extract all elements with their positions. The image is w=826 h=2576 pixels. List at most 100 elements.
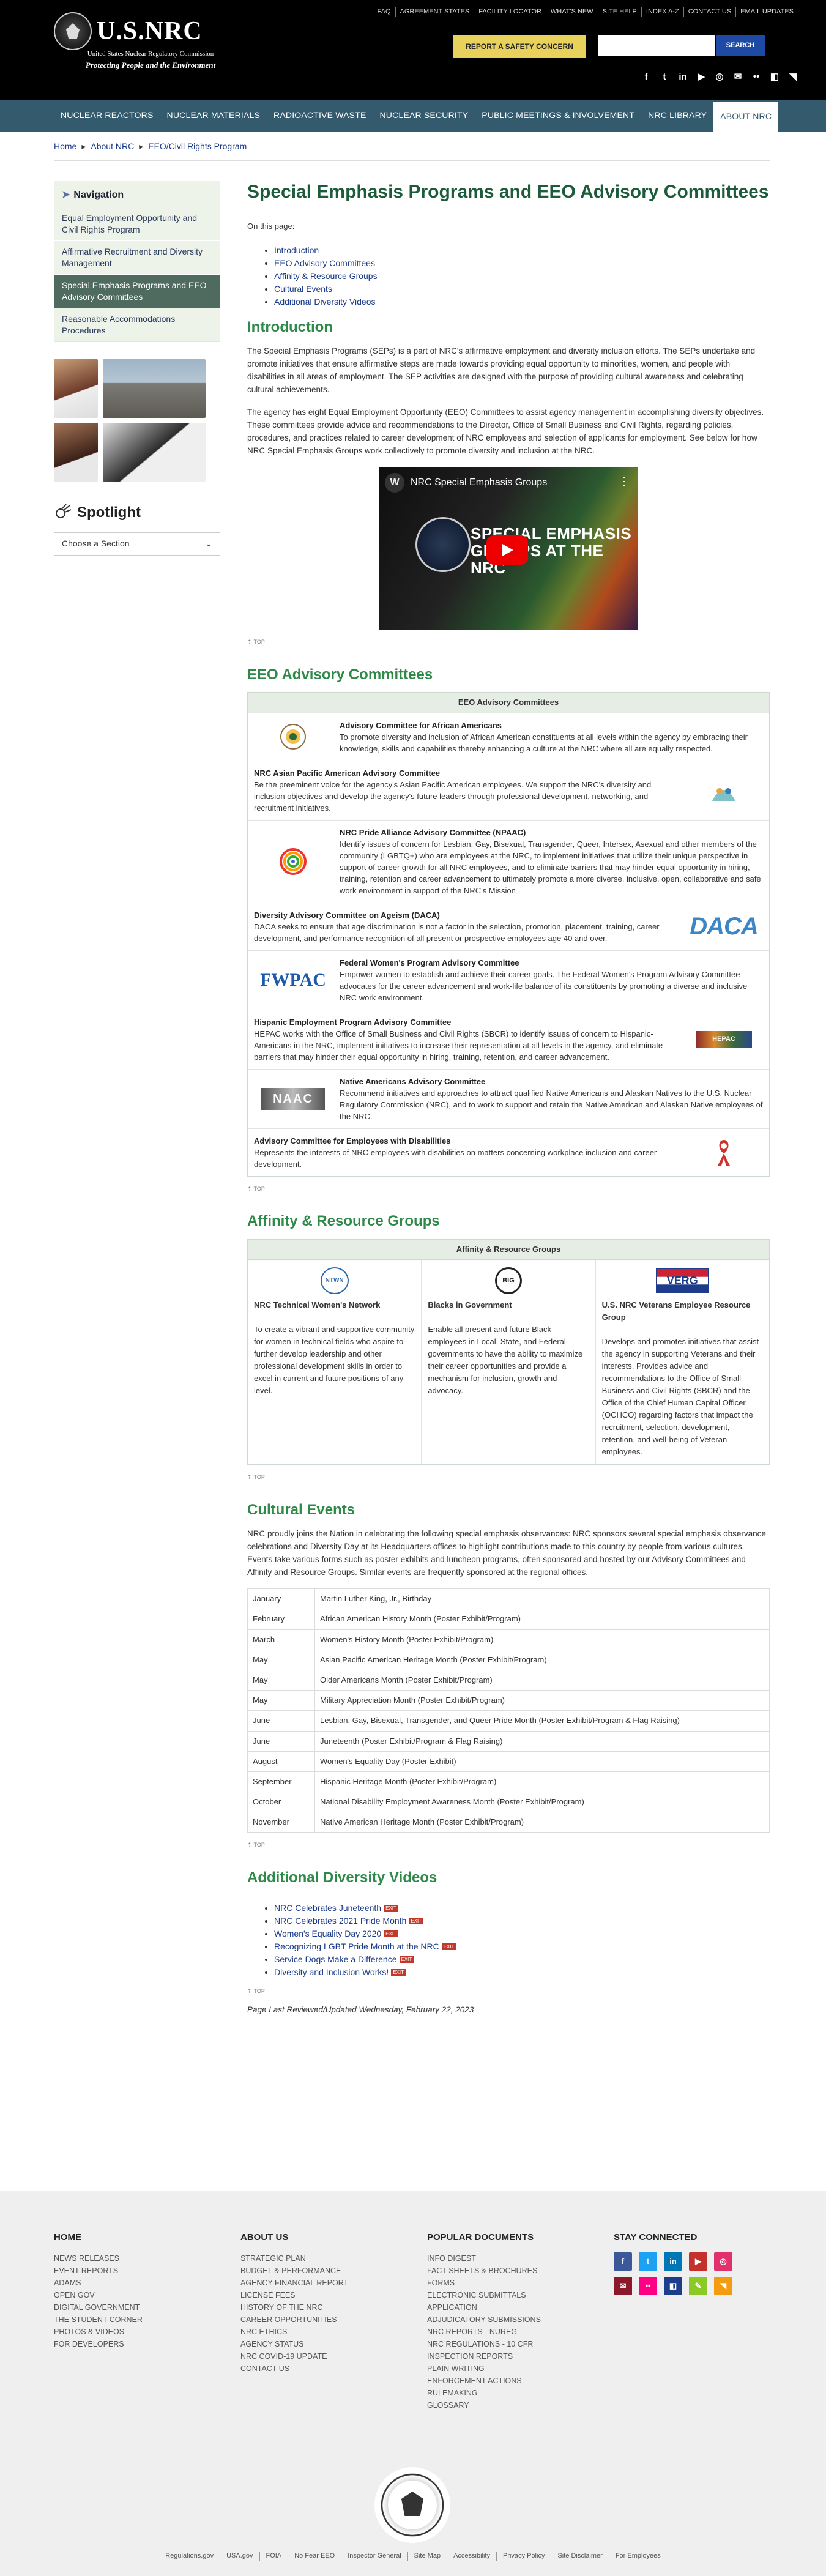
footer-link[interactable]: FORMS: [427, 2277, 614, 2289]
sidebar-item-eeo[interactable]: Equal Employment Opportunity and Civil R…: [54, 207, 220, 240]
nrc-logo[interactable]: U.S.NRC United States Nuclear Regulatory…: [54, 11, 236, 78]
nav-nuclear-reactors[interactable]: NUCLEAR REACTORS: [54, 100, 160, 132]
footer-bottom-link[interactable]: Privacy Policy: [497, 2552, 552, 2561]
facebook-icon[interactable]: f: [614, 2252, 632, 2271]
instagram-icon[interactable]: ◎: [714, 2252, 732, 2271]
footer-bottom-link[interactable]: Inspector General: [341, 2552, 408, 2561]
search-button[interactable]: SEARCH: [716, 35, 765, 56]
video-link[interactable]: Women's Equality Day 2020: [274, 1929, 381, 1938]
breadcrumb-eeo[interactable]: EEO/Civil Rights Program: [148, 141, 247, 153]
utility-link[interactable]: EMAIL UPDATES: [736, 7, 798, 17]
footer-link[interactable]: INSPECTION REPORTS: [427, 2350, 614, 2362]
email-icon[interactable]: ✉: [733, 72, 743, 82]
footer-link[interactable]: EVENT REPORTS: [54, 2265, 240, 2277]
utility-link[interactable]: FACILITY LOCATOR: [474, 7, 546, 17]
footer-link[interactable]: NRC REPORTS - NUREG: [427, 2326, 614, 2338]
nav-public-meetings[interactable]: PUBLIC MEETINGS & INVOLVEMENT: [475, 100, 641, 132]
footer-link[interactable]: NRC COVID-19 UPDATE: [240, 2350, 427, 2362]
footer-link[interactable]: AGENCY FINANCIAL REPORT: [240, 2277, 427, 2289]
footer-link[interactable]: DIGITAL GOVERNMENT: [54, 2301, 240, 2314]
video-link[interactable]: Recognizing LGBT Pride Month at the NRC: [274, 1941, 439, 1951]
toc-link[interactable]: Introduction: [274, 245, 319, 255]
share-icon[interactable]: ◧: [664, 2277, 682, 2295]
back-to-top-link[interactable]: ⇡ TOP: [247, 1841, 770, 1849]
footer-link[interactable]: AGENCY STATUS: [240, 2338, 427, 2350]
play-button[interactable]: [486, 535, 528, 565]
youtube-icon[interactable]: ▶: [689, 2252, 707, 2271]
footer-link[interactable]: PLAIN WRITING: [427, 2362, 614, 2375]
footer-link[interactable]: HISTORY OF THE NRC: [240, 2301, 427, 2314]
instagram-icon[interactable]: ◎: [715, 72, 724, 82]
twitter-icon[interactable]: t: [639, 2252, 657, 2271]
nav-nuclear-security[interactable]: NUCLEAR SECURITY: [373, 100, 475, 132]
blog-icon[interactable]: ✎: [689, 2277, 707, 2295]
share-icon[interactable]: ◧: [770, 72, 779, 82]
more-options-icon[interactable]: ⋮: [619, 474, 630, 490]
back-to-top-link[interactable]: ⇡ TOP: [247, 638, 770, 646]
toc-link[interactable]: Affinity & Resource Groups: [274, 271, 378, 281]
flickr-icon[interactable]: ••: [639, 2277, 657, 2295]
footer-link[interactable]: ADAMS: [54, 2277, 240, 2289]
footer-bottom-link[interactable]: Site Disclaimer: [551, 2552, 609, 2561]
linkedin-icon[interactable]: in: [664, 2252, 682, 2271]
video-link[interactable]: Service Dogs Make a Difference: [274, 1954, 397, 1964]
footer-bottom-link[interactable]: Accessibility: [447, 2552, 497, 2561]
utility-link[interactable]: FAQ: [373, 7, 396, 17]
footer-link[interactable]: BUDGET & PERFORMANCE: [240, 2265, 427, 2277]
back-to-top-link[interactable]: ⇡ TOP: [247, 1987, 770, 1995]
footer-link[interactable]: PHOTOS & VIDEOS: [54, 2326, 240, 2338]
footer-link[interactable]: APPLICATION: [427, 2301, 614, 2314]
footer-link[interactable]: CAREER OPPORTUNITIES: [240, 2314, 427, 2326]
rss-icon[interactable]: ◥: [714, 2277, 732, 2295]
search-input[interactable]: [598, 35, 715, 56]
utility-link[interactable]: WHAT'S NEW: [546, 7, 598, 17]
footer-link[interactable]: FACT SHEETS & BROCHURES: [427, 2265, 614, 2277]
footer-link[interactable]: OPEN GOV: [54, 2289, 240, 2301]
footer-bottom-link[interactable]: Regulations.gov: [159, 2552, 221, 2561]
nav-radioactive-waste[interactable]: RADIOACTIVE WASTE: [267, 100, 373, 132]
footer-link[interactable]: NRC ETHICS: [240, 2326, 427, 2338]
nav-nuclear-materials[interactable]: NUCLEAR MATERIALS: [160, 100, 267, 132]
footer-heading[interactable]: ABOUT US: [240, 2231, 427, 2244]
youtube-icon[interactable]: ▶: [696, 72, 706, 82]
footer-link[interactable]: INFO DIGEST: [427, 2252, 614, 2265]
video-link[interactable]: NRC Celebrates 2021 Pride Month: [274, 1916, 406, 1926]
sidebar-item-recruitment[interactable]: Affirmative Recruitment and Diversity Ma…: [54, 240, 220, 274]
footer-heading[interactable]: HOME: [54, 2231, 240, 2244]
footer-link[interactable]: STRATEGIC PLAN: [240, 2252, 427, 2265]
footer-bottom-link[interactable]: USA.gov: [220, 2552, 260, 2561]
utility-link[interactable]: AGREEMENT STATES: [396, 7, 475, 17]
sidebar-item-accommodations[interactable]: Reasonable Accommodations Procedures: [54, 307, 220, 341]
video-link[interactable]: Diversity and Inclusion Works!: [274, 1967, 389, 1977]
toc-link[interactable]: EEO Advisory Committees: [274, 258, 375, 268]
video-player[interactable]: W NRC Special Emphasis Groups ⋮ SPECIAL …: [379, 467, 638, 630]
twitter-icon[interactable]: t: [660, 72, 669, 82]
toc-link[interactable]: Additional Diversity Videos: [274, 297, 376, 307]
footer-link[interactable]: ELECTRONIC SUBMITTALS: [427, 2289, 614, 2301]
back-to-top-link[interactable]: ⇡ TOP: [247, 1473, 770, 1481]
footer-link[interactable]: ENFORCEMENT ACTIONS: [427, 2375, 614, 2387]
email-icon[interactable]: ✉: [614, 2277, 632, 2295]
footer-link[interactable]: FOR DEVELOPERS: [54, 2338, 240, 2350]
utility-link[interactable]: CONTACT US: [684, 7, 737, 17]
flickr-icon[interactable]: ••: [751, 72, 761, 82]
video-link[interactable]: NRC Celebrates Juneteenth: [274, 1903, 381, 1913]
footer-link[interactable]: NRC REGULATIONS - 10 CFR: [427, 2338, 614, 2350]
nav-nrc-library[interactable]: NRC LIBRARY: [641, 100, 713, 132]
footer-bottom-link[interactable]: No Fear EEO: [288, 2552, 342, 2561]
section-select[interactable]: Choose a Section ⌄: [54, 532, 220, 556]
footer-link[interactable]: LICENSE FEES: [240, 2289, 427, 2301]
report-safety-concern-button[interactable]: REPORT A SAFETY CONCERN: [453, 35, 586, 58]
footer-link[interactable]: GLOSSARY: [427, 2399, 614, 2411]
back-to-top-link[interactable]: ⇡ TOP: [247, 1185, 770, 1193]
footer-bottom-link[interactable]: FOIA: [260, 2552, 289, 2561]
sidebar-item-special-emphasis[interactable]: Special Emphasis Programs and EEO Adviso…: [54, 274, 220, 308]
nav-about-nrc[interactable]: ABOUT NRC: [713, 100, 779, 132]
footer-bottom-link[interactable]: For Employees: [609, 2552, 667, 2561]
breadcrumb-home[interactable]: Home: [54, 141, 76, 153]
linkedin-icon[interactable]: in: [678, 72, 688, 82]
facebook-icon[interactable]: f: [641, 72, 651, 82]
toc-link[interactable]: Cultural Events: [274, 284, 332, 294]
footer-bottom-link[interactable]: Site Map: [408, 2552, 448, 2561]
breadcrumb-about[interactable]: About NRC: [91, 141, 134, 153]
